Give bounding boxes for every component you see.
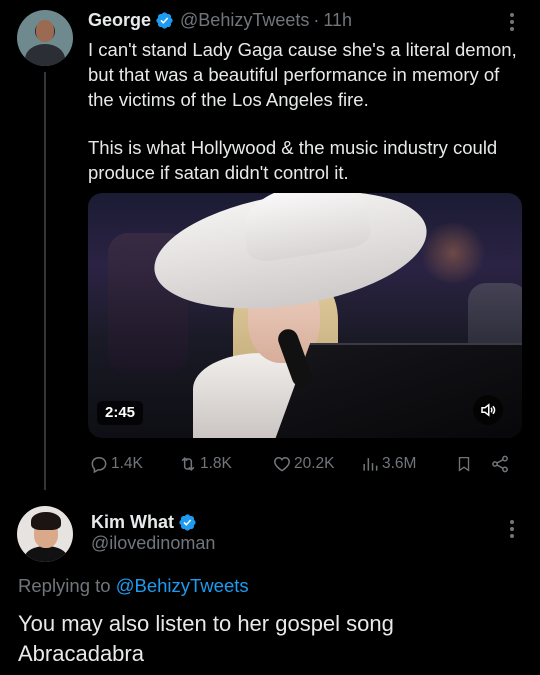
video-player[interactable]	[88, 193, 522, 438]
author-name[interactable]: Kim What	[91, 512, 174, 533]
views-icon	[363, 458, 378, 471]
like-icon	[274, 456, 290, 472]
verified-badge-icon	[156, 11, 173, 29]
more-icon[interactable]	[505, 515, 519, 543]
reply-button[interactable]: 1.4K	[89, 452, 143, 476]
verified-badge-icon	[179, 513, 196, 531]
repost-count: 1.8K	[200, 455, 232, 472]
tweet1-text-paragraph1: I can't stand Lady Gaga cause she's a li…	[88, 39, 517, 110]
more-icon[interactable]	[505, 8, 519, 36]
reply-icon	[91, 457, 107, 474]
share-icon	[492, 455, 508, 473]
volume-icon[interactable]	[473, 395, 503, 425]
like-button[interactable]: 20.2K	[272, 452, 335, 476]
reply-count: 1.4K	[111, 455, 143, 472]
replying-to: Replying to @BehizyTweets	[18, 575, 249, 597]
tweet1-text-paragraph2: This is what Hollywood & the music indus…	[88, 137, 498, 183]
tweet1-header: George @BehizyTweets · 11h	[88, 8, 352, 32]
bookmark-icon	[458, 456, 470, 472]
author-name[interactable]: George	[88, 10, 151, 31]
separator-dot: ·	[313, 9, 320, 30]
replying-mention-link[interactable]: @BehizyTweets	[116, 575, 249, 596]
author-handle[interactable]: @BehizyTweets	[180, 10, 309, 31]
bookmark-button[interactable]	[455, 452, 475, 476]
like-count: 20.2K	[294, 455, 335, 472]
replying-prefix: Replying to	[18, 575, 111, 596]
repost-button[interactable]: 1.8K	[178, 452, 232, 476]
author-handle[interactable]: @ilovedinoman	[91, 533, 215, 554]
tweet2-header: Kim What	[91, 510, 197, 534]
views-button[interactable]: 3.6M	[360, 452, 416, 476]
repost-icon	[181, 457, 195, 471]
tweet-time[interactable]: 11h	[323, 10, 352, 31]
thread-line	[44, 72, 46, 490]
views-count: 3.6M	[382, 455, 417, 472]
share-button[interactable]	[490, 452, 512, 476]
avatar-george[interactable]	[17, 10, 73, 66]
avatar-kim-what[interactable]	[17, 506, 73, 562]
tweet2-text: You may also listen to her gospel song A…	[18, 611, 394, 666]
video-duration: 2:45	[97, 401, 144, 425]
